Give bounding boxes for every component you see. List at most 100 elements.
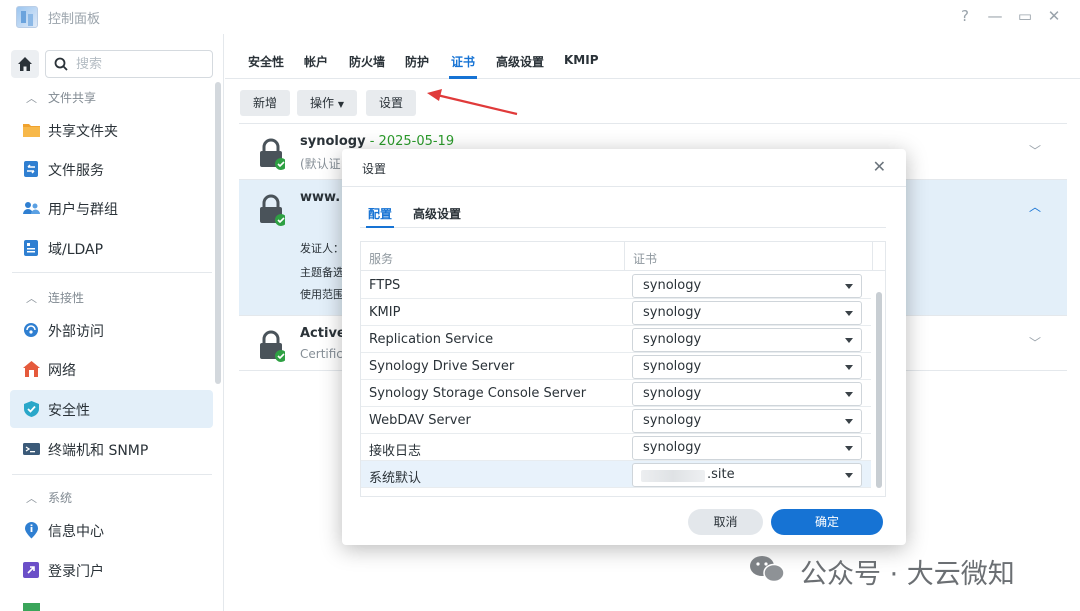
settings-button[interactable]: 设置 <box>366 90 416 116</box>
add-button[interactable]: 新增 <box>240 90 290 116</box>
sidebar-item-label: 文件服务 <box>48 163 104 179</box>
table-row[interactable]: FTPS synology <box>361 272 871 299</box>
domain-ldap-icon <box>24 240 38 256</box>
lock-verified-icon <box>260 330 285 362</box>
caret-down-icon <box>845 365 853 370</box>
cert-select[interactable]: .site <box>632 463 862 487</box>
search-input[interactable] <box>76 55 206 73</box>
sidebar-item-label: 外部访问 <box>48 324 104 340</box>
sidebar-item-label: 用户与群组 <box>48 202 118 218</box>
cert-select[interactable]: synology <box>632 328 862 352</box>
table-row[interactable]: 接收日志 synology <box>361 434 871 461</box>
tab-config[interactable]: 配置 <box>368 205 392 222</box>
terminal-icon <box>23 443 40 455</box>
home-icon <box>18 57 32 71</box>
caret-down-icon <box>845 446 853 451</box>
lock-verified-icon <box>260 138 285 170</box>
sidebar-item-partial[interactable] <box>10 591 213 611</box>
table-row[interactable]: KMIP synology <box>361 299 871 326</box>
home-button[interactable] <box>11 50 39 78</box>
settings-dialog: 设置 ✕ 配置 高级设置 服务 证书 FTPS synology KMIP sy… <box>342 149 906 545</box>
sidebar-divider <box>12 272 212 273</box>
table-row[interactable]: Synology Storage Console Server synology <box>361 380 871 407</box>
certificate-description: (默认证 <box>300 157 341 171</box>
sidebar-item-security[interactable]: 安全性 <box>10 390 213 428</box>
chevron-up-icon[interactable]: ︿ <box>1029 198 1041 215</box>
caret-down-icon <box>845 338 853 343</box>
close-icon[interactable]: ✕ <box>873 157 886 176</box>
certificate-description: Certific <box>300 347 343 361</box>
close-window-icon[interactable]: ✕ <box>1044 6 1064 26</box>
tab-account[interactable]: 帐户 <box>304 53 328 70</box>
service-name: Replication Service <box>369 332 494 347</box>
table-row[interactable]: Replication Service synology <box>361 326 871 353</box>
active-tab-indicator <box>366 226 394 228</box>
dialog-tab-divider <box>360 227 886 228</box>
tab-kmip[interactable]: KMIP <box>564 53 599 67</box>
chevron-down-icon[interactable]: ﹀ <box>1029 334 1041 351</box>
section-connectivity[interactable]: ︿ 连接性 <box>26 289 84 306</box>
service-name: 接收日志 <box>369 444 422 459</box>
cert-select[interactable]: synology <box>632 409 862 433</box>
table-row-selected[interactable]: 系统默认 .site <box>361 461 871 488</box>
section-system[interactable]: ︿ 系统 <box>26 489 72 506</box>
section-file-sharing[interactable]: ︿ 文件共享 <box>26 89 96 106</box>
chevron-down-icon[interactable]: ﹀ <box>1029 142 1041 159</box>
sidebar-item-label: 网络 <box>48 363 76 379</box>
sidebar-item-login-portal[interactable]: 登录门户 <box>10 551 213 589</box>
sidebar-item-label: 共享文件夹 <box>48 124 118 140</box>
sidebar-item-file-services[interactable]: 文件服务 <box>10 150 213 188</box>
wechat-icon <box>750 556 785 583</box>
help-icon[interactable]: ? <box>955 6 975 26</box>
sidebar-item-terminal-snmp[interactable]: 终端机和 SNMP <box>10 430 213 468</box>
cert-select[interactable]: synology <box>632 436 862 460</box>
search-field[interactable] <box>45 50 213 78</box>
sidebar-item-info-center[interactable]: 信息中心 <box>10 511 213 549</box>
minimize-icon[interactable]: — <box>985 6 1005 26</box>
column-separator <box>872 242 873 271</box>
redacted-domain <box>641 470 705 482</box>
certificate-name: Active <box>300 326 346 341</box>
action-dropdown-button[interactable]: 操作 ▼ <box>297 90 357 116</box>
sidebar-scrollbar[interactable] <box>215 82 221 384</box>
caret-down-icon <box>845 311 853 316</box>
table-row[interactable]: Synology Drive Server synology <box>361 353 871 380</box>
sidebar-item-label: 登录门户 <box>48 564 104 580</box>
service-name: Synology Drive Server <box>369 359 515 374</box>
cert-select[interactable]: synology <box>632 274 862 298</box>
tab-security[interactable]: 安全性 <box>248 53 284 70</box>
regional-options-icon <box>23 603 40 611</box>
table-scrollbar[interactable] <box>876 292 882 488</box>
sidebar-item-network[interactable]: 网络 <box>10 350 213 388</box>
cert-select[interactable]: synology <box>632 355 862 379</box>
detail-subject-alt-label: 主题备选 <box>300 266 344 279</box>
sidebar-item-users-groups[interactable]: 用户与群组 <box>10 189 213 227</box>
column-header-service[interactable]: 服务 <box>369 250 393 267</box>
service-name: FTPS <box>369 278 401 293</box>
tab-advanced[interactable]: 高级设置 <box>496 53 544 70</box>
tab-advanced-settings[interactable]: 高级设置 <box>413 205 461 222</box>
sidebar-item-domain-ldap[interactable]: 域/LDAP <box>10 229 213 267</box>
confirm-button[interactable]: 确定 <box>771 509 883 535</box>
annotation-arrow <box>427 89 518 116</box>
cert-select[interactable]: synology <box>632 382 862 406</box>
users-groups-icon <box>23 202 40 214</box>
tab-protection[interactable]: 防护 <box>405 53 429 70</box>
cancel-button[interactable]: 取消 <box>688 509 763 535</box>
column-header-cert[interactable]: 证书 <box>633 250 657 267</box>
dialog-header-divider <box>342 186 906 187</box>
watermark-text: 公众号 · 大云微知 <box>800 559 1015 590</box>
sidebar-item-external-access[interactable]: 外部访问 <box>10 311 213 349</box>
tab-firewall[interactable]: 防火墙 <box>349 53 385 70</box>
sidebar-item-shared-folder[interactable]: 共享文件夹 <box>10 111 213 149</box>
sidebar: ︿文件共享 共享文件夹 文件服务 用户与群组 域/LDAP ︿连接性 外部访问 … <box>0 34 224 611</box>
table-row[interactable]: WebDAV Server synology <box>361 407 871 434</box>
caret-down-icon <box>845 419 853 424</box>
maximize-icon[interactable]: ▭ <box>1015 6 1035 26</box>
table-header: 服务 证书 <box>361 242 885 271</box>
tab-certificate[interactable]: 证书 <box>451 53 475 70</box>
cert-select[interactable]: synology <box>632 301 862 325</box>
chevron-up-icon: ︿ <box>26 92 37 105</box>
caret-down-icon: ▼ <box>337 100 344 109</box>
certificate-expiry-date: 2025-05-19 <box>378 134 455 149</box>
